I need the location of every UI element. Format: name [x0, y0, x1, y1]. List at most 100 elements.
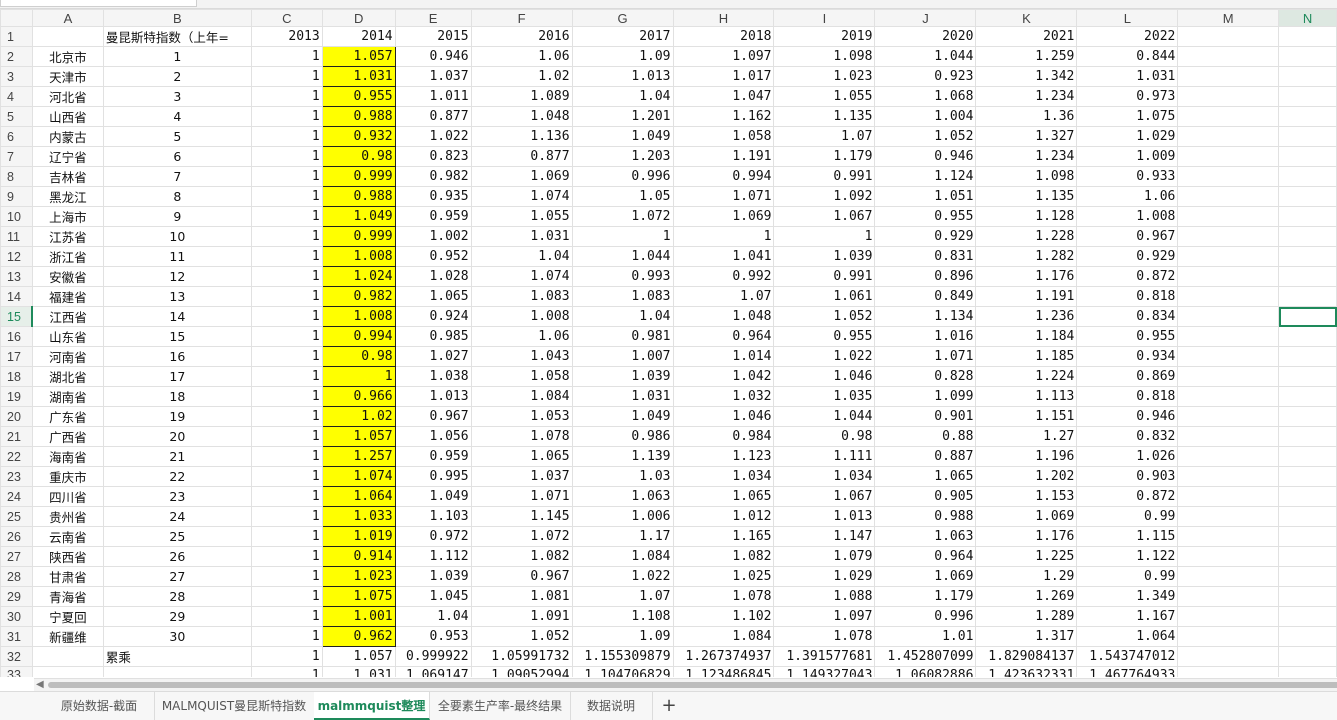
- cell-empty[interactable]: [1278, 626, 1337, 647]
- cell-empty[interactable]: [1278, 26, 1337, 47]
- cell-value[interactable]: 1: [250, 146, 323, 167]
- row-header[interactable]: 19: [0, 386, 33, 407]
- cell-empty[interactable]: [1177, 206, 1280, 227]
- cell-empty[interactable]: [1278, 106, 1337, 127]
- cell-empty[interactable]: [1177, 186, 1280, 207]
- cell-value[interactable]: 0.887: [874, 446, 977, 467]
- row-header[interactable]: 3: [0, 66, 33, 87]
- cell-value[interactable]: 1.042: [672, 366, 775, 387]
- cell-value[interactable]: 0.955: [321, 86, 396, 107]
- cell-value[interactable]: 1.008: [1076, 206, 1179, 227]
- scrollbar-thumb[interactable]: [48, 682, 1337, 688]
- sheet-tab[interactable]: 全要素生产率-最终结果: [430, 692, 571, 720]
- cell-value[interactable]: 1.063: [874, 526, 977, 547]
- cell-value[interactable]: 1.327: [975, 126, 1078, 147]
- cell-value[interactable]: 1: [250, 626, 323, 647]
- cell-empty[interactable]: [1177, 526, 1280, 547]
- cell-value[interactable]: 1.01: [874, 626, 977, 647]
- cell-value[interactable]: 1.349: [1076, 586, 1179, 607]
- cell-value[interactable]: 1.058: [470, 366, 573, 387]
- cell-value[interactable]: 1.069: [874, 566, 977, 587]
- cell-value[interactable]: 1.29: [975, 566, 1078, 587]
- cell-value[interactable]: 0.953: [394, 626, 472, 647]
- cell-value[interactable]: 1.075: [1076, 106, 1179, 127]
- cell-value[interactable]: 1.038: [394, 366, 472, 387]
- cell-value[interactable]: 1.07: [672, 286, 775, 307]
- cell-value[interactable]: 1.053: [470, 406, 573, 427]
- cell-value[interactable]: 1.134: [874, 306, 977, 327]
- cell-value[interactable]: 0.982: [394, 166, 472, 187]
- cell-empty[interactable]: [1278, 286, 1337, 307]
- cell-value[interactable]: 1: [250, 446, 323, 467]
- cell-province-index[interactable]: 15: [102, 326, 252, 347]
- cell-value[interactable]: 0.964: [672, 326, 775, 347]
- cell-year-header[interactable]: 2017: [571, 26, 674, 47]
- cell-province-index[interactable]: 4: [102, 106, 252, 127]
- row-header[interactable]: 28: [0, 566, 33, 587]
- cell-year-header[interactable]: 2019: [773, 26, 876, 47]
- cell-value[interactable]: 1.019: [321, 526, 396, 547]
- cell-value[interactable]: 1.04: [571, 86, 674, 107]
- cell-cumulative-value[interactable]: 1: [250, 646, 323, 667]
- cell-value[interactable]: 1.016: [874, 326, 977, 347]
- cell-year-header[interactable]: 2015: [394, 26, 472, 47]
- row-header[interactable]: 17: [0, 346, 33, 367]
- cell-value[interactable]: 1.09: [571, 46, 674, 67]
- row-header[interactable]: 4: [0, 86, 33, 107]
- cell-value[interactable]: 1.234: [975, 86, 1078, 107]
- cell-empty[interactable]: [1177, 126, 1280, 147]
- cell-value[interactable]: 1.167: [1076, 606, 1179, 627]
- cell-value[interactable]: 1.052: [874, 126, 977, 147]
- cell-value[interactable]: 1: [250, 206, 323, 227]
- cell-a1[interactable]: [31, 26, 104, 47]
- cell-province-index[interactable]: 26: [102, 546, 252, 567]
- cell-value[interactable]: 1.009: [1076, 146, 1179, 167]
- cell-value[interactable]: 1.004: [874, 106, 977, 127]
- cell-province-name[interactable]: 山西省: [31, 106, 104, 127]
- cell-empty[interactable]: [1278, 606, 1337, 627]
- cell-value[interactable]: 1.02: [470, 66, 573, 87]
- cell-province-name[interactable]: 云南省: [31, 526, 104, 547]
- cell-value[interactable]: 1: [672, 226, 775, 247]
- cell-empty[interactable]: [1177, 386, 1280, 407]
- cell-value[interactable]: 0.996: [874, 606, 977, 627]
- cell-province-name[interactable]: 吉林省: [31, 166, 104, 187]
- cell-cumulative-value[interactable]: 1.391577681: [773, 646, 876, 667]
- cell-empty[interactable]: [1278, 506, 1337, 527]
- cell-value[interactable]: 1.043: [470, 346, 573, 367]
- cell-empty[interactable]: [1177, 366, 1280, 387]
- row-header[interactable]: 1: [0, 26, 33, 47]
- cell-value[interactable]: 0.818: [1076, 386, 1179, 407]
- cell-province-index[interactable]: 9: [102, 206, 252, 227]
- cell-cumulative-value[interactable]: 1.057: [321, 646, 396, 667]
- column-header-i[interactable]: I: [773, 9, 876, 27]
- cell-empty[interactable]: [1278, 466, 1337, 487]
- cell-province-index[interactable]: 30: [102, 626, 252, 647]
- cell-value[interactable]: 1.034: [672, 466, 775, 487]
- cell-value[interactable]: 0.973: [1076, 86, 1179, 107]
- cell-value[interactable]: 0.966: [321, 386, 396, 407]
- cell-value[interactable]: 1: [250, 246, 323, 267]
- cell-value[interactable]: 0.952: [394, 246, 472, 267]
- cell-cumulative-value[interactable]: 1.06082886: [874, 666, 977, 677]
- cell-province-index[interactable]: 18: [102, 386, 252, 407]
- cell-year-header[interactable]: 2014: [321, 26, 396, 47]
- cell-cumulative-value[interactable]: 1: [250, 666, 323, 677]
- cell-value[interactable]: 1.165: [672, 526, 775, 547]
- cell-value[interactable]: 1.102: [672, 606, 775, 627]
- cell-value[interactable]: 1.196: [975, 446, 1078, 467]
- cell-value[interactable]: 1.052: [773, 306, 876, 327]
- cell-value[interactable]: 1.136: [470, 126, 573, 147]
- cell-empty[interactable]: [1177, 106, 1280, 127]
- cell-value[interactable]: 1: [250, 586, 323, 607]
- cell-value[interactable]: 0.914: [321, 546, 396, 567]
- cell-value[interactable]: 1.072: [571, 206, 674, 227]
- cell-value[interactable]: 1.049: [394, 486, 472, 507]
- cell-value[interactable]: 0.955: [874, 206, 977, 227]
- cell-year-header[interactable]: 2018: [672, 26, 775, 47]
- cell-value[interactable]: 1.023: [773, 66, 876, 87]
- cell-value[interactable]: 1.001: [321, 606, 396, 627]
- cell-value[interactable]: 1.026: [1076, 446, 1179, 467]
- cell-value[interactable]: 1.074: [321, 466, 396, 487]
- cell-value[interactable]: 1.025: [672, 566, 775, 587]
